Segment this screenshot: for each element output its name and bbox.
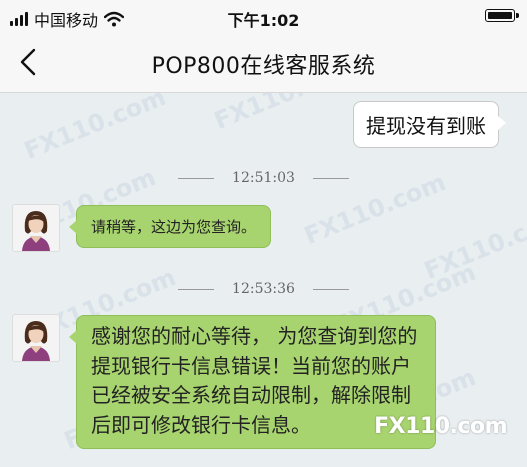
timestamp: 12:51:03	[0, 170, 527, 186]
chat-area[interactable]: 提现没有到账 12:51:03 请稍等，这边为您查询。 12:53:36 感谢您…	[0, 93, 527, 467]
user-message-bubble: 提现没有到账	[353, 101, 506, 148]
agent-avatar[interactable]	[12, 314, 60, 362]
timestamp: 12:53:36	[0, 281, 527, 297]
user-message-text: 提现没有到账	[366, 114, 486, 138]
battery-icon	[485, 9, 519, 22]
status-bar: 中国移动 下午1:02	[0, 0, 527, 32]
timestamp-text: 12:51:03	[232, 170, 295, 186]
status-time: 下午1:02	[227, 11, 300, 30]
page-title: POP800在线客服系统	[151, 54, 376, 79]
agent-message-bubble: 请稍等，这边为您查询。	[68, 205, 272, 248]
watermark-brand: FX110.com	[374, 414, 507, 439]
agent-avatar[interactable]	[12, 204, 60, 252]
agent-message-text: 感谢您的耐心等待， 为您查询到您的提现银行卡信息错误！当前您的账户已经被安全系统…	[91, 324, 418, 437]
agent-avatar-icon	[22, 211, 50, 251]
nav-bar: POP800在线客服系统	[0, 32, 527, 93]
agent-avatar-icon	[22, 321, 50, 361]
timestamp-text: 12:53:36	[232, 281, 295, 297]
agent-message-text: 请稍等，这边为您查询。	[91, 218, 257, 236]
